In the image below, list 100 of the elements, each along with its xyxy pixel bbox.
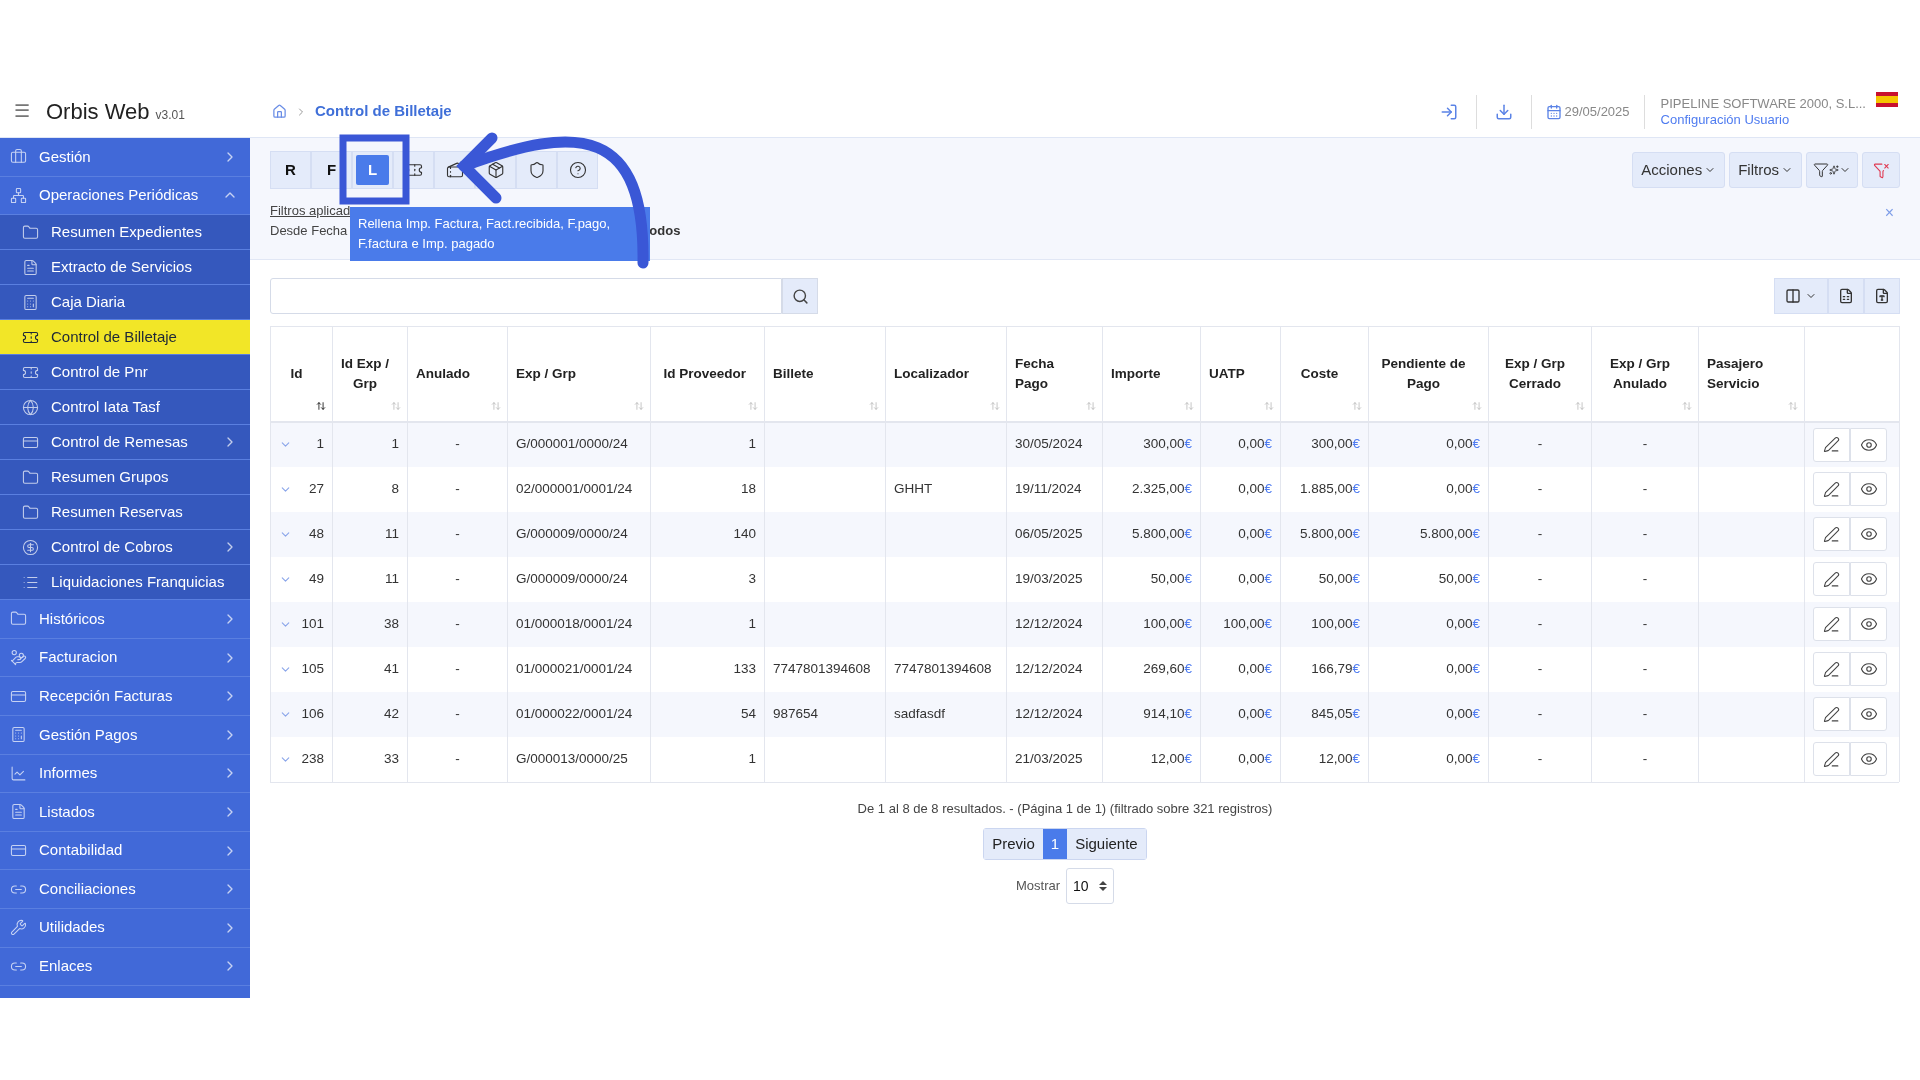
table-cell: - [455,615,460,631]
show-label: Mostrar [1015,877,1061,896]
eye-icon [1859,570,1878,588]
edit-button[interactable] [1813,652,1850,686]
sidebar-item[interactable]: Resumen Expedientes [0,215,250,251]
column-header[interactable]: UATP [1209,363,1245,384]
amount-text: 100,00€ [1223,615,1272,631]
menu-icon[interactable]: ☰ [14,98,30,125]
column-header[interactable]: Id [290,363,303,384]
folder-icon [22,223,39,241]
table-cell-text: 101 [301,614,324,633]
sidebar-item[interactable]: Resumen Grupos [0,460,250,496]
pencil-icon [1823,660,1840,678]
table-cell-text: 238 [301,749,324,768]
filter-value: odos [649,222,681,240]
eye-icon [1859,615,1878,633]
view-button[interactable] [1850,427,1887,462]
amount-text: 300,00€ [1311,436,1360,452]
amount-text: 50,00€ [1318,570,1360,586]
column-header[interactable]: Importe [1111,363,1161,384]
amount-text: 0,00€ [1446,705,1480,721]
column-header[interactable]: Billete [773,363,814,384]
shield-button[interactable] [516,151,557,189]
sidebar-item[interactable]: Liquidaciones Franquicias [0,565,250,601]
view-button[interactable] [1850,562,1887,596]
smart-filter-button[interactable] [1806,152,1858,188]
table-cell: 1 [748,436,756,452]
search-button[interactable] [782,278,818,314]
table-cell: 12/12/2024 [1015,615,1083,631]
pagination-button[interactable]: Siguiente [1067,829,1146,859]
table-cell: 1 [391,436,399,452]
sidebar-item[interactable]: Resumen Reservas [0,495,250,531]
page-size-select[interactable]: 10 [1066,868,1115,904]
column-header[interactable]: Id Proveedor [663,363,746,384]
edit-button[interactable] [1813,517,1850,551]
edit-button[interactable] [1813,472,1850,506]
pdf-export-button[interactable] [1864,278,1900,314]
view-button[interactable] [1850,517,1887,551]
table-cell: 7747801394608 [894,660,992,676]
view-button[interactable] [1850,652,1887,686]
column-header[interactable]: Exp / Grp [516,363,576,384]
table-cell-text: 49 [308,569,324,588]
amount-text: 845,05€ [1311,705,1360,721]
pagination-button[interactable]: 1 [1042,829,1068,859]
dropdown-button[interactable]: Acciones [1632,152,1726,188]
view-button[interactable] [1850,472,1887,506]
column-header[interactable]: Coste [1300,363,1339,384]
sidebar-item[interactable]: Caja Diaria [0,285,250,321]
table-cell: 01/000022/0001/24 [516,705,633,721]
columns-icon [1785,288,1801,304]
download-icon[interactable] [1495,102,1514,121]
sidebar-item[interactable]: Control de Pnr [0,355,250,391]
home-icon[interactable] [272,104,287,119]
pagination-button[interactable]: Previo [984,829,1043,859]
table-cell: 3 [748,570,756,586]
table-cell: - [1537,570,1543,586]
table-cell: 01/000018/0001/24 [516,615,633,631]
excel-export-button[interactable] [1828,278,1864,314]
sidebar-item[interactable]: Control de Billetaje [0,320,250,356]
folder-icon [10,610,27,628]
columns-button[interactable] [1774,278,1828,314]
folder-icon [22,503,39,521]
clear-filter-button[interactable] [1862,152,1900,188]
toolbar-button[interactable]: R [270,151,311,189]
sparkles-icon [1829,165,1839,175]
view-button[interactable] [1850,742,1887,776]
breadcrumb-current[interactable]: Control de Billetaje [315,100,452,123]
sidebar-item[interactable]: Extracto de Servicios [0,250,250,286]
edit-button[interactable] [1813,427,1850,462]
table-cell: - [455,660,460,676]
sidebar-item[interactable]: Control Iata Tasf [0,390,250,426]
edit-button[interactable] [1813,697,1850,731]
eye-icon [1859,705,1878,723]
column-header[interactable]: Localizador [894,363,969,384]
table-cell: 11 [385,570,399,586]
sort-icon[interactable] [316,400,326,411]
flag-icon[interactable] [1876,92,1898,107]
edit-button[interactable] [1813,562,1850,596]
edit-button[interactable] [1813,742,1850,776]
view-button[interactable] [1850,697,1887,731]
search-field[interactable] [270,278,782,314]
user-settings-link[interactable]: Configuración Usuario [1660,111,1866,128]
help-button[interactable] [557,151,598,189]
table-cell: 8 [391,480,399,496]
eye-icon [1859,660,1878,678]
edit-button[interactable] [1813,607,1850,641]
toolbar-button[interactable]: L [352,151,393,189]
dropdown-button[interactable]: Filtros [1729,152,1802,188]
calculator-icon [22,293,39,311]
pencil-icon [1823,436,1840,453]
package-icon [486,161,505,179]
coin-icon [22,538,39,556]
tools-icon [10,919,27,937]
sidebar-item[interactable]: Control de Remesas [0,425,250,461]
sidebar-item[interactable]: Control de Cobros [0,530,250,566]
login-icon[interactable] [1440,102,1459,121]
view-button[interactable] [1850,607,1887,641]
column-header[interactable]: Anulado [416,363,470,384]
table-cell: - [455,480,460,496]
filter-text: Desde Fecha [270,222,348,240]
